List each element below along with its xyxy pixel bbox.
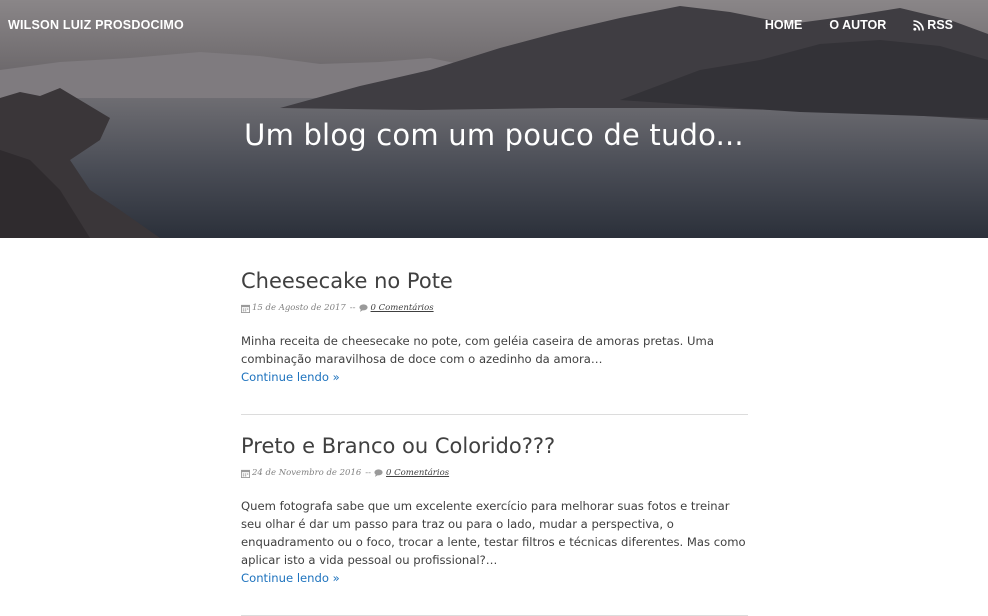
post-list: Cheesecake no Pote 15 de Agosto de 2017 … (241, 238, 748, 616)
continue-reading-link[interactable]: Continue lendo » (241, 368, 748, 386)
nav-home-link[interactable]: HOME (765, 18, 803, 32)
hero-header: WILSON LUIZ PROSDOCIMO HOME O AUTOR RSS … (0, 0, 988, 238)
post-date: 15 de Agosto de 2017 (252, 303, 346, 313)
site-brand-link[interactable]: WILSON LUIZ PROSDOCIMO (8, 18, 184, 32)
comment-icon (358, 304, 368, 312)
comment-icon (374, 469, 383, 477)
post-meta: 24 de Novembro de 2016 -- 0 Comentários (241, 468, 748, 478)
meta-separator: -- (365, 468, 372, 478)
post-preview: Cheesecake no Pote 15 de Agosto de 2017 … (241, 238, 748, 415)
calendar-icon (241, 469, 250, 478)
calendar-icon (241, 304, 250, 313)
continue-reading-link[interactable]: Continue lendo » (241, 569, 748, 587)
nav-rss-link[interactable]: RSS (913, 18, 953, 32)
post-excerpt: Quem fotografa sabe que um excelente exe… (241, 499, 746, 567)
nav-author-link[interactable]: O AUTOR (829, 18, 886, 32)
post-excerpt: Minha receita de cheesecake no pote, com… (241, 334, 714, 366)
post-title-link[interactable]: Preto e Branco ou Colorido??? (241, 433, 748, 459)
nav-rss-label: RSS (927, 18, 953, 32)
main-nav: HOME O AUTOR RSS (738, 18, 953, 32)
comments-link[interactable]: 0 Comentários (371, 303, 434, 313)
post-title-link[interactable]: Cheesecake no Pote (241, 268, 748, 294)
post-meta: 15 de Agosto de 2017 -- 0 Comentários (241, 303, 748, 313)
meta-separator: -- (349, 303, 356, 313)
post-preview: Preto e Branco ou Colorido??? 24 de Nove… (241, 415, 748, 616)
site-tagline: Um blog com um pouco de tudo... (244, 118, 744, 152)
post-date: 24 de Novembro de 2016 (252, 468, 362, 478)
comments-link[interactable]: 0 Comentários (386, 468, 449, 478)
rss-icon (913, 19, 925, 31)
